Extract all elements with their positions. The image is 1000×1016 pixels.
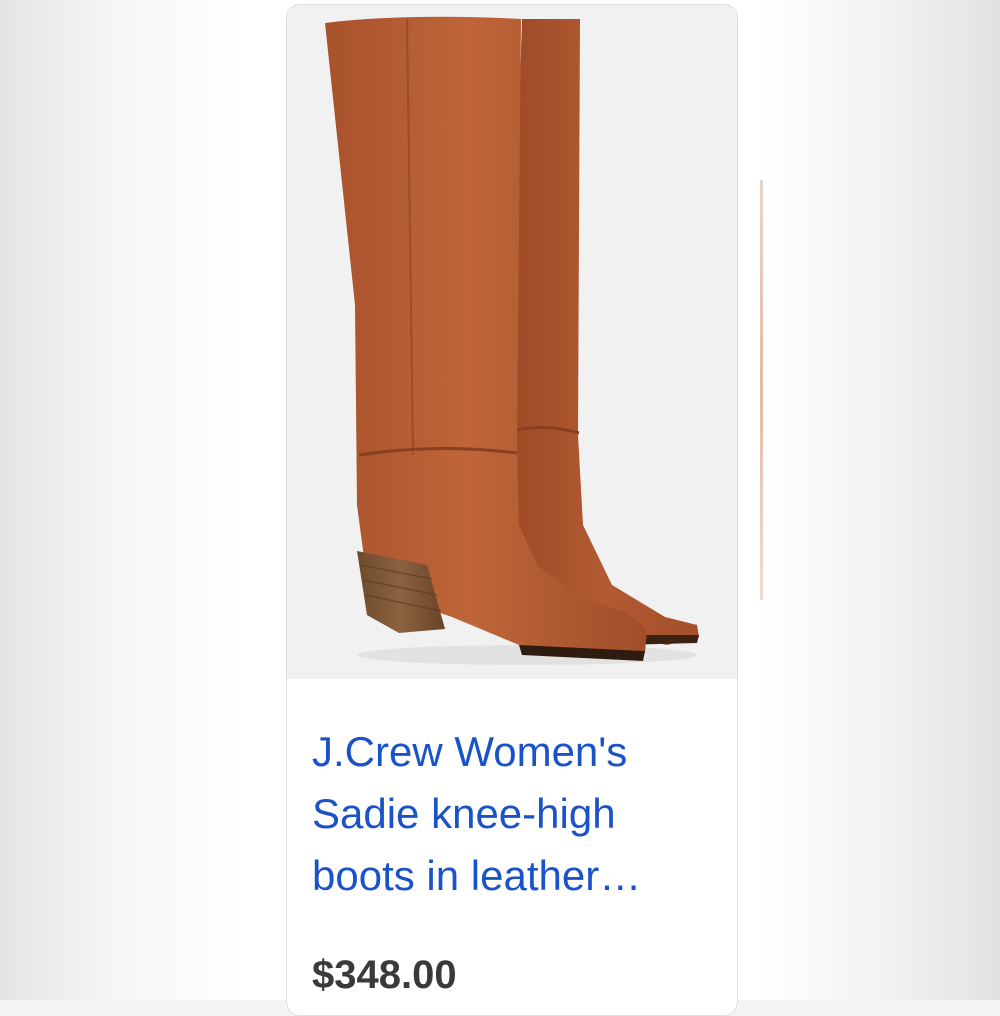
product-card[interactable]: J.Crew Women's Sadie knee-high boots in … [286,4,738,1016]
title-line-1: J.Crew Women's [312,728,628,775]
title-line-2: Sadie knee-high [312,790,616,837]
back-boot [509,19,699,645]
background-blur-left [0,0,240,1000]
boots-photo [325,16,699,665]
background-blur-right [760,0,1000,1000]
product-image[interactable] [287,5,737,679]
product-price: $348.00 [312,953,457,997]
product-title-link[interactable]: J.Crew Women's Sadie knee-high boots in … [312,721,712,907]
title-line-3: boots in leather… [312,852,642,899]
background-edge [760,180,763,600]
